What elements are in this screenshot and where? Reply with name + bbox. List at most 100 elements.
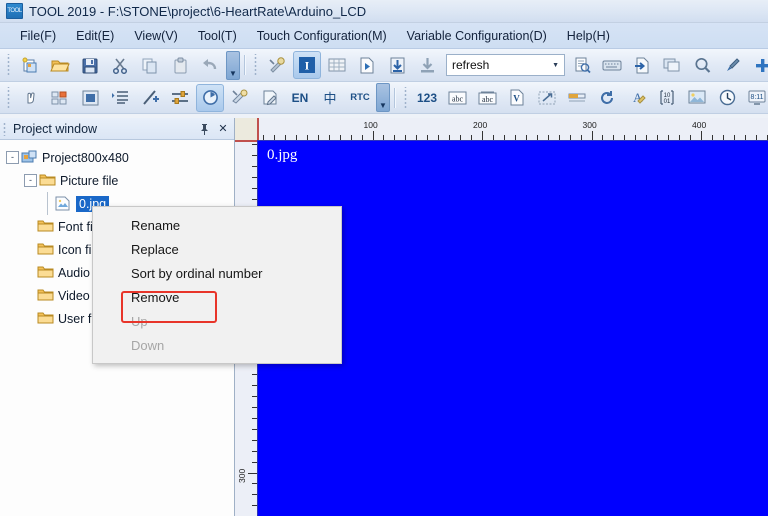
ruler-tick — [252, 187, 257, 189]
menu-tool[interactable]: Tool(T) — [188, 26, 247, 46]
clock-icon[interactable] — [713, 84, 741, 112]
ruler-tick — [427, 135, 429, 140]
keyboard-icon[interactable] — [598, 51, 626, 79]
menu-touch-configuration[interactable]: Touch Configuration(M) — [247, 26, 397, 46]
slider-icon[interactable] — [166, 84, 194, 112]
run-page-icon[interactable] — [353, 51, 381, 79]
ruler-label: 300 — [237, 468, 247, 483]
tree-node-picture-file[interactable]: - Picture file — [6, 169, 234, 192]
grid-icon[interactable] — [323, 51, 351, 79]
list-icon[interactable] — [106, 84, 134, 112]
ruler-tick — [252, 505, 257, 507]
lang-en-button[interactable]: EN — [286, 84, 314, 112]
resize-icon[interactable] — [533, 84, 561, 112]
ruler-tick — [471, 135, 473, 140]
display-icon[interactable]: 8:11 — [743, 84, 768, 112]
export-page-icon[interactable] — [628, 51, 656, 79]
frame-icon[interactable] — [76, 84, 104, 112]
copy-icon[interactable] — [136, 51, 164, 79]
ruler-tick — [646, 135, 648, 140]
menu-file[interactable]: File(F) — [10, 26, 66, 46]
folder-icon — [39, 173, 56, 188]
tools-icon[interactable] — [226, 84, 254, 112]
ruler-tick — [252, 384, 257, 386]
window-title: TOOL 2019 - F:\STONE\project\6-HeartRate… — [29, 3, 367, 19]
save-icon[interactable] — [76, 51, 104, 79]
ruler-tick — [449, 135, 451, 140]
pointer-hand-icon[interactable] — [16, 84, 44, 112]
zoom-in-icon[interactable] — [748, 51, 768, 79]
toolbar-separator — [244, 55, 245, 75]
toolbar-primary: ▼ I refresh ▼ — [0, 49, 768, 82]
panel-grip[interactable] — [3, 121, 9, 136]
font-pen-icon[interactable]: A — [623, 84, 651, 112]
menu-view[interactable]: View(V) — [124, 26, 188, 46]
import-icon[interactable] — [413, 51, 441, 79]
svg-text:V: V — [513, 94, 520, 104]
abc-password-button[interactable]: abc — [473, 84, 501, 112]
ruler-tick — [580, 135, 582, 140]
undo-icon[interactable] — [196, 51, 224, 79]
paste-icon[interactable] — [166, 51, 194, 79]
image-icon[interactable] — [683, 84, 711, 112]
open-folder-icon[interactable] — [46, 51, 74, 79]
close-icon[interactable]: ✕ — [215, 121, 231, 137]
binary-1001-button[interactable]: 10 01 — [653, 84, 681, 112]
zoom-search-icon[interactable] — [688, 51, 716, 79]
settings-wrench-icon[interactable] — [263, 51, 291, 79]
toolbar-grip-2[interactable] — [252, 54, 259, 76]
tree-node-project[interactable]: - Project800x480 — [6, 146, 234, 169]
ruler-tick — [252, 198, 257, 200]
toolbar2-overflow-button[interactable]: ▼ — [376, 83, 390, 112]
new-project-icon[interactable] — [16, 51, 44, 79]
context-menu-item-remove[interactable]: Remove — [93, 285, 341, 309]
ruler-tick — [635, 135, 637, 140]
download-icon[interactable] — [383, 51, 411, 79]
rotate-icon[interactable] — [593, 84, 621, 112]
ruler-tick — [711, 135, 713, 140]
ruler-label: 200 — [473, 120, 488, 130]
cut-icon[interactable] — [106, 51, 134, 79]
ruler-tick — [701, 131, 702, 140]
ruler-tick — [547, 135, 549, 140]
number-123-button[interactable]: 123 — [413, 84, 441, 112]
toolbar-overflow-button[interactable]: ▼ — [226, 50, 240, 80]
brush-icon[interactable] — [718, 51, 746, 79]
toolbar2-grip-2[interactable] — [402, 86, 409, 109]
menu-variable-configuration[interactable]: Variable Configuration(D) — [397, 26, 557, 46]
menu-help[interactable]: Help(H) — [557, 26, 620, 46]
context-menu-item-replace[interactable]: Replace — [93, 237, 341, 261]
context-menu-item-sort-by-ordinal-number[interactable]: Sort by ordinal number — [93, 261, 341, 285]
expander-picture-file[interactable]: - — [24, 174, 37, 187]
canvas-image-label: 0.jpg — [267, 147, 298, 163]
ruler-tick — [252, 176, 257, 178]
toolbar2-grip[interactable] — [5, 86, 12, 109]
toolbar-grip[interactable] — [5, 54, 12, 76]
preview-icon[interactable] — [568, 51, 596, 79]
ruler-tick — [438, 135, 440, 140]
ruler-tick — [252, 428, 257, 430]
expander-project[interactable]: - — [6, 151, 19, 164]
component-icon[interactable] — [46, 84, 74, 112]
edit-doc-icon[interactable] — [256, 84, 284, 112]
abc-input-button[interactable]: abc — [443, 84, 471, 112]
pin-icon[interactable] — [196, 121, 212, 137]
copy-page-icon[interactable] — [658, 51, 686, 79]
ruler-tick — [252, 461, 257, 463]
text-tool-icon[interactable]: I — [293, 51, 321, 79]
ruler-origin-marker-v — [235, 140, 257, 142]
menu-edit[interactable]: Edit(E) — [66, 26, 124, 46]
rtc-button[interactable]: RTC — [346, 84, 374, 112]
variable-v-button[interactable]: V — [503, 84, 531, 112]
ruler-corner — [235, 118, 258, 141]
ruler-origin-marker — [257, 118, 259, 140]
ruler-tick — [252, 144, 257, 145]
lang-cn-button[interactable]: 中 — [316, 84, 344, 112]
progress-icon[interactable] — [563, 84, 591, 112]
svg-text:01: 01 — [664, 99, 671, 105]
slash-icon[interactable] — [136, 84, 164, 112]
dial-icon[interactable] — [196, 83, 224, 112]
refresh-combo[interactable]: refresh ▼ — [446, 54, 565, 76]
context-menu-item-rename[interactable]: Rename — [93, 213, 341, 237]
chevron-down-icon[interactable]: ▼ — [552, 62, 562, 69]
